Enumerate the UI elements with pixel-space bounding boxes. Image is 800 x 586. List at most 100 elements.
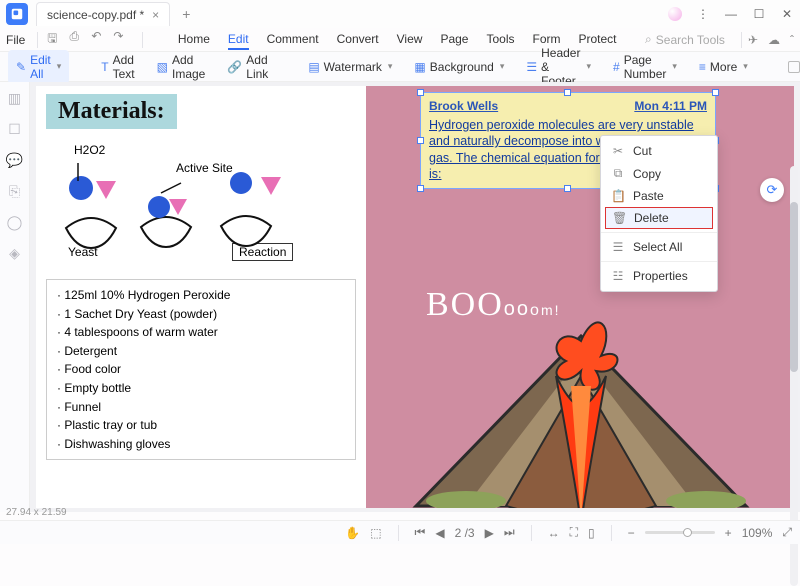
single-page-icon[interactable]: ▯ [588,526,595,540]
resize-handle[interactable] [417,137,424,144]
page-left: Materials: H2O2 Active Site Yeast Reacti… [36,86,366,508]
cloud-icon[interactable]: ☁ [768,33,780,47]
enzyme-diagram: H2O2 Active Site Yeast Reaction [46,143,356,261]
watermark-button[interactable]: ▤Watermark▾ [300,57,400,77]
add-text-button[interactable]: TAdd Text [93,50,142,84]
file-menu[interactable]: File [6,33,25,47]
new-tab-button[interactable]: + [176,4,196,24]
resize-handle[interactable] [712,89,719,96]
watermark-icon: ▤ [308,60,319,74]
layers-icon[interactable]: ◈ [9,245,20,262]
minimize-icon[interactable]: — [724,7,738,21]
ctx-select-all[interactable]: ☰Select All [601,236,717,258]
list-item: 125ml 10% Hydrogen Peroxide [57,286,345,305]
maximize-icon[interactable]: ☐ [752,7,766,21]
chevron-down-icon: ▾ [57,61,62,72]
list-item: Empty bottle [57,379,345,398]
search-panel-icon[interactable]: ◯ [7,214,23,231]
print-icon[interactable]: ⎙ [66,29,82,50]
delete-icon: 🗑 [612,211,626,225]
scrollbar-thumb[interactable] [790,202,798,372]
background-icon: ▦ [414,60,425,74]
list-item: Food color [57,360,345,379]
left-sidebar: ▥ ☐ 💬 ⎘ ◯ ◈ [0,82,30,512]
search-placeholder: Search Tools [656,33,725,47]
resize-handle[interactable] [417,185,424,192]
add-link-button[interactable]: 🔗Add Link [219,50,276,84]
more-icon: ≡ [699,60,706,74]
search-tools[interactable]: ⌕ Search Tools [645,32,725,47]
hand-tool-icon[interactable]: ✋ [345,526,360,540]
add-image-button[interactable]: ▧Add Image [149,50,214,84]
share-icon[interactable]: ✈ [748,33,758,47]
zoom-out-icon[interactable]: − [628,526,635,540]
annotation-badge-icon[interactable]: ⟳ [760,178,784,202]
fit-page-icon[interactable]: ⛶ [570,525,578,540]
fit-width-icon[interactable]: ↔ [548,526,560,540]
list-item: Detergent [57,342,345,361]
tab-tools[interactable]: Tools [486,30,514,50]
ctx-delete[interactable]: 🗑Delete [605,207,713,229]
last-page-icon[interactable]: ⏭ [504,525,515,540]
zoom-value[interactable]: 109% [742,526,773,540]
tab-page[interactable]: Page [440,30,468,50]
close-tab-icon[interactable]: × [152,8,159,22]
fullscreen-icon[interactable]: ⤢ [782,525,792,540]
materials-list: 125ml 10% Hydrogen Peroxide 1 Sachet Dry… [46,279,356,460]
image-icon: ▧ [157,60,168,74]
background-button[interactable]: ▦Background▾ [406,57,512,77]
page-indicator[interactable]: 2 /3 [455,526,475,540]
edit-all-button[interactable]: ✎Edit All▾ [8,50,69,84]
paste-icon: 📋 [611,189,625,203]
tab-home[interactable]: Home [178,30,210,50]
edit-toolbar: ✎Edit All▾ TAdd Text ▧Add Image 🔗Add Lin… [0,52,800,82]
note-author: Brook Wells [429,99,498,113]
volcano-illustration [396,316,766,508]
thumbnails-icon[interactable]: ▥ [8,90,21,107]
tab-convert[interactable]: Convert [337,30,379,50]
next-page-icon[interactable]: ▶ [485,526,494,540]
read-mode-button[interactable]: Read [780,57,800,77]
ctx-copy[interactable]: ⧉Copy [601,162,717,185]
properties-icon: ☳ [611,269,625,283]
zoom-knob[interactable] [683,528,692,537]
resize-handle[interactable] [417,89,424,96]
ctx-cut[interactable]: ✂Cut [601,140,717,162]
first-page-icon[interactable]: ⏮ [415,525,426,540]
search-icon: ⌕ [645,32,652,47]
cut-icon: ✂ [611,144,625,158]
bookmark-icon[interactable]: ☐ [8,121,21,138]
prev-page-icon[interactable]: ◀ [435,526,444,540]
zoom-slider[interactable] [645,531,715,534]
more-button[interactable]: ≡More▾ [691,57,756,77]
page-number-icon: # [613,60,620,74]
save-icon[interactable]: 🖫 [44,29,60,50]
zoom-in-icon[interactable]: + [725,526,732,540]
ctx-properties[interactable]: ☳Properties [601,265,717,287]
page-number-button[interactable]: #Page Number▾ [605,50,685,84]
select-all-icon: ☰ [611,240,625,254]
tab-comment[interactable]: Comment [267,30,319,50]
select-tool-icon[interactable]: ⬚ [370,526,381,540]
note-time: Mon 4:11 PM [634,99,707,113]
link-icon: 🔗 [227,60,242,74]
close-window-icon[interactable]: ✕ [780,7,794,21]
redo-icon[interactable]: ↷ [110,29,126,50]
tab-edit[interactable]: Edit [228,30,249,50]
page-right: Brook Wells Mon 4:11 PM Hydrogen peroxid… [366,86,794,508]
tab-view[interactable]: View [397,30,423,50]
comment-panel-icon[interactable]: 💬 [6,152,23,169]
resize-handle[interactable] [564,89,571,96]
quick-access: 🖫 ⎙ ↶ ↷ [44,29,126,50]
document-tab[interactable]: science-copy.pdf * × [36,2,170,26]
title-bar: science-copy.pdf * × + ⋮ — ☐ ✕ [0,0,800,28]
kebab-icon[interactable]: ⋮ [696,7,710,21]
collapse-ribbon-icon[interactable]: ˆ [790,33,794,47]
undo-icon[interactable]: ↶ [88,29,104,50]
account-avatar-icon[interactable] [668,7,682,21]
resize-handle[interactable] [564,185,571,192]
ctx-paste[interactable]: 📋Paste [601,185,717,207]
list-item: 1 Sachet Dry Yeast (powder) [57,305,345,324]
attach-icon[interactable]: ⎘ [9,183,20,200]
pencil-icon: ✎ [16,60,26,74]
